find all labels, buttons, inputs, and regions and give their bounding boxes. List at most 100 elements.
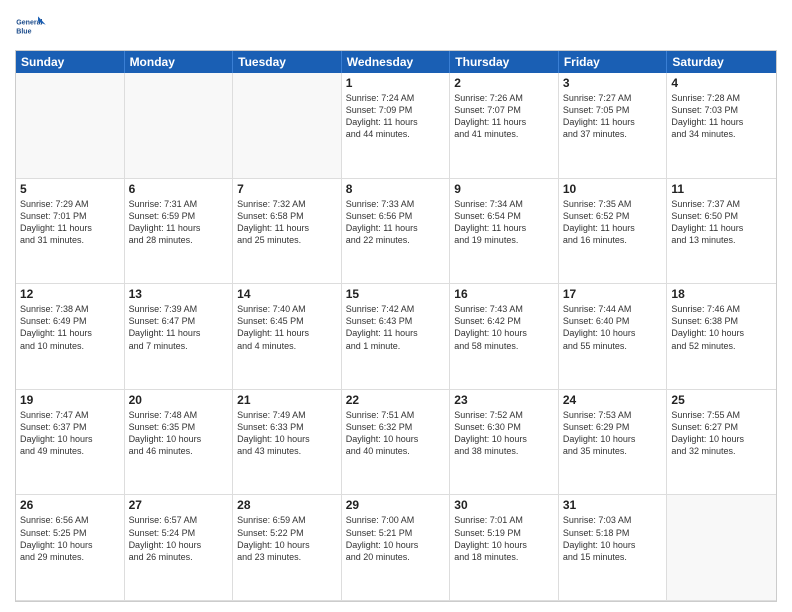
cell-info: Sunrise: 7:38 AM Sunset: 6:49 PM Dayligh…: [20, 303, 120, 352]
calendar-cell: [16, 73, 125, 179]
cell-info: Sunrise: 6:56 AM Sunset: 5:25 PM Dayligh…: [20, 514, 120, 563]
cell-info: Sunrise: 7:46 AM Sunset: 6:38 PM Dayligh…: [671, 303, 772, 352]
calendar-cell: 23 Sunrise: 7:52 AM Sunset: 6:30 PM Dayli…: [450, 390, 559, 496]
day-header-monday: Monday: [125, 51, 234, 73]
svg-text:Blue: Blue: [16, 29, 31, 36]
day-header-saturday: Saturday: [667, 51, 776, 73]
calendar-cell: [233, 73, 342, 179]
cell-info: Sunrise: 6:57 AM Sunset: 5:24 PM Dayligh…: [129, 514, 229, 563]
day-header-friday: Friday: [559, 51, 668, 73]
cell-info: Sunrise: 7:42 AM Sunset: 6:43 PM Dayligh…: [346, 303, 446, 352]
page-container: GeneralBlue SundayMondayTuesdayWednesday…: [0, 0, 792, 612]
day-number: 18: [671, 287, 772, 301]
calendar-cell: 9 Sunrise: 7:34 AM Sunset: 6:54 PM Daylig…: [450, 179, 559, 285]
calendar-cell: 10 Sunrise: 7:35 AM Sunset: 6:52 PM Dayli…: [559, 179, 668, 285]
day-number: 11: [671, 182, 772, 196]
day-number: 15: [346, 287, 446, 301]
day-number: 12: [20, 287, 120, 301]
cell-info: Sunrise: 7:44 AM Sunset: 6:40 PM Dayligh…: [563, 303, 663, 352]
day-number: 17: [563, 287, 663, 301]
logo-icon: GeneralBlue: [15, 10, 47, 42]
day-number: 10: [563, 182, 663, 196]
cell-info: Sunrise: 7:51 AM Sunset: 6:32 PM Dayligh…: [346, 409, 446, 458]
cell-info: Sunrise: 7:37 AM Sunset: 6:50 PM Dayligh…: [671, 198, 772, 247]
day-number: 3: [563, 76, 663, 90]
day-number: 1: [346, 76, 446, 90]
calendar-cell: 11 Sunrise: 7:37 AM Sunset: 6:50 PM Dayli…: [667, 179, 776, 285]
calendar-cell: [125, 73, 234, 179]
cell-info: Sunrise: 7:43 AM Sunset: 6:42 PM Dayligh…: [454, 303, 554, 352]
cell-info: Sunrise: 7:00 AM Sunset: 5:21 PM Dayligh…: [346, 514, 446, 563]
calendar-cell: 31Sunrise: 7:03 AM Sunset: 5:18 PM Dayli…: [559, 495, 668, 601]
day-number: 27: [129, 498, 229, 512]
calendar-cell: 13 Sunrise: 7:39 AM Sunset: 6:47 PM Dayli…: [125, 284, 234, 390]
day-number: 21: [237, 393, 337, 407]
day-number: 2: [454, 76, 554, 90]
day-number: 29: [346, 498, 446, 512]
calendar-cell: 22 Sunrise: 7:51 AM Sunset: 6:32 PM Dayli…: [342, 390, 451, 496]
calendar-grid: 1 Sunrise: 7:24 AM Sunset: 7:09 PM Daylig…: [16, 73, 776, 601]
day-number: 25: [671, 393, 772, 407]
calendar-cell: 14 Sunrise: 7:40 AM Sunset: 6:45 PM Dayli…: [233, 284, 342, 390]
day-number: 19: [20, 393, 120, 407]
calendar-cell: 16Sunrise: 7:43 AM Sunset: 6:42 PM Dayli…: [450, 284, 559, 390]
day-header-thursday: Thursday: [450, 51, 559, 73]
calendar-cell: 2 Sunrise: 7:26 AM Sunset: 7:07 PM Daylig…: [450, 73, 559, 179]
cell-info: Sunrise: 7:53 AM Sunset: 6:29 PM Dayligh…: [563, 409, 663, 458]
cell-info: Sunrise: 7:33 AM Sunset: 6:56 PM Dayligh…: [346, 198, 446, 247]
calendar-cell: 27 Sunrise: 6:57 AM Sunset: 5:24 PM Dayli…: [125, 495, 234, 601]
cell-info: Sunrise: 6:59 AM Sunset: 5:22 PM Dayligh…: [237, 514, 337, 563]
day-number: 14: [237, 287, 337, 301]
day-headers-row: SundayMondayTuesdayWednesdayThursdayFrid…: [16, 51, 776, 73]
cell-info: Sunrise: 7:49 AM Sunset: 6:33 PM Dayligh…: [237, 409, 337, 458]
calendar-cell: 4Sunrise: 7:28 AM Sunset: 7:03 PM Daylig…: [667, 73, 776, 179]
cell-info: Sunrise: 7:55 AM Sunset: 6:27 PM Dayligh…: [671, 409, 772, 458]
cell-info: Sunrise: 7:26 AM Sunset: 7:07 PM Dayligh…: [454, 92, 554, 141]
calendar-cell: 6 Sunrise: 7:31 AM Sunset: 6:59 PM Daylig…: [125, 179, 234, 285]
day-number: 9: [454, 182, 554, 196]
day-number: 7: [237, 182, 337, 196]
cell-info: Sunrise: 7:35 AM Sunset: 6:52 PM Dayligh…: [563, 198, 663, 247]
calendar-cell: 8 Sunrise: 7:33 AM Sunset: 6:56 PM Daylig…: [342, 179, 451, 285]
cell-info: Sunrise: 7:31 AM Sunset: 6:59 PM Dayligh…: [129, 198, 229, 247]
day-number: 23: [454, 393, 554, 407]
calendar-cell: 12 Sunrise: 7:38 AM Sunset: 6:49 PM Dayli…: [16, 284, 125, 390]
cell-info: Sunrise: 7:40 AM Sunset: 6:45 PM Dayligh…: [237, 303, 337, 352]
calendar-cell: 1 Sunrise: 7:24 AM Sunset: 7:09 PM Daylig…: [342, 73, 451, 179]
day-number: 22: [346, 393, 446, 407]
cell-info: Sunrise: 7:52 AM Sunset: 6:30 PM Dayligh…: [454, 409, 554, 458]
day-number: 24: [563, 393, 663, 407]
cell-info: Sunrise: 7:28 AM Sunset: 7:03 PM Dayligh…: [671, 92, 772, 141]
calendar-cell: 3 Sunrise: 7:27 AM Sunset: 7:05 PM Daylig…: [559, 73, 668, 179]
calendar-cell: 21 Sunrise: 7:49 AM Sunset: 6:33 PM Dayli…: [233, 390, 342, 496]
day-number: 8: [346, 182, 446, 196]
calendar-cell: 19 Sunrise: 7:47 AM Sunset: 6:37 PM Dayli…: [16, 390, 125, 496]
cell-info: Sunrise: 7:34 AM Sunset: 6:54 PM Dayligh…: [454, 198, 554, 247]
calendar-cell: 26 Sunrise: 6:56 AM Sunset: 5:25 PM Dayli…: [16, 495, 125, 601]
page-header: GeneralBlue: [15, 10, 777, 42]
cell-info: Sunrise: 7:39 AM Sunset: 6:47 PM Dayligh…: [129, 303, 229, 352]
day-header-tuesday: Tuesday: [233, 51, 342, 73]
day-number: 26: [20, 498, 120, 512]
cell-info: Sunrise: 7:47 AM Sunset: 6:37 PM Dayligh…: [20, 409, 120, 458]
calendar-cell: 5Sunrise: 7:29 AM Sunset: 7:01 PM Daylig…: [16, 179, 125, 285]
day-number: 6: [129, 182, 229, 196]
calendar-cell: [667, 495, 776, 601]
day-number: 13: [129, 287, 229, 301]
calendar-cell: 15 Sunrise: 7:42 AM Sunset: 6:43 PM Dayli…: [342, 284, 451, 390]
day-header-wednesday: Wednesday: [342, 51, 451, 73]
calendar: SundayMondayTuesdayWednesdayThursdayFrid…: [15, 50, 777, 602]
cell-info: Sunrise: 7:32 AM Sunset: 6:58 PM Dayligh…: [237, 198, 337, 247]
cell-info: Sunrise: 7:29 AM Sunset: 7:01 PM Dayligh…: [20, 198, 120, 247]
cell-info: Sunrise: 7:27 AM Sunset: 7:05 PM Dayligh…: [563, 92, 663, 141]
day-number: 30: [454, 498, 554, 512]
calendar-cell: 29 Sunrise: 7:00 AM Sunset: 5:21 PM Dayli…: [342, 495, 451, 601]
calendar-cell: 7 Sunrise: 7:32 AM Sunset: 6:58 PM Daylig…: [233, 179, 342, 285]
cell-info: Sunrise: 7:03 AM Sunset: 5:18 PM Dayligh…: [563, 514, 663, 563]
calendar-cell: 25 Sunrise: 7:55 AM Sunset: 6:27 PM Dayli…: [667, 390, 776, 496]
day-header-sunday: Sunday: [16, 51, 125, 73]
calendar-cell: 28Sunrise: 6:59 AM Sunset: 5:22 PM Dayli…: [233, 495, 342, 601]
calendar-cell: 17 Sunrise: 7:44 AM Sunset: 6:40 PM Dayli…: [559, 284, 668, 390]
cell-info: Sunrise: 7:24 AM Sunset: 7:09 PM Dayligh…: [346, 92, 446, 141]
calendar-cell: 18 Sunrise: 7:46 AM Sunset: 6:38 PM Dayli…: [667, 284, 776, 390]
